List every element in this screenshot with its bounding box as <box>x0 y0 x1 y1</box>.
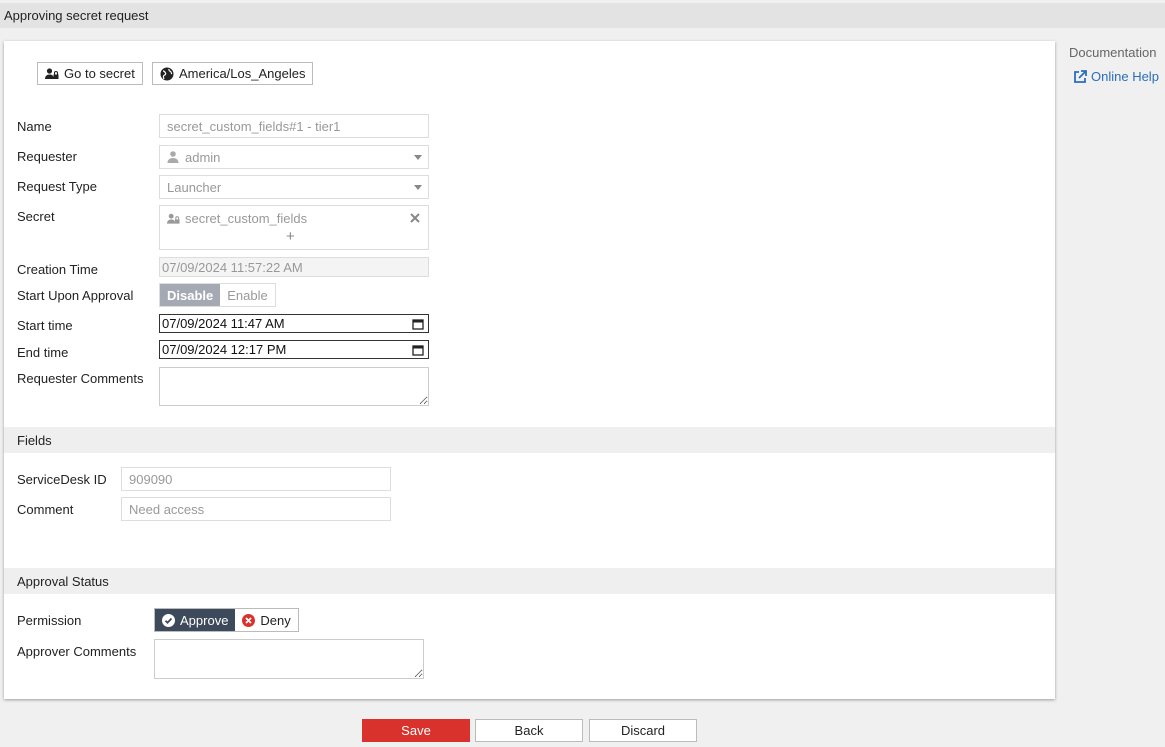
request-type-label: Request Type <box>17 179 97 194</box>
secret-label: Secret <box>17 209 55 224</box>
add-secret-button[interactable]: + <box>286 228 295 245</box>
go-to-secret-button[interactable]: Go to secret <box>37 62 143 85</box>
request-form-panel: Go to secret America/Los_Angeles Name se… <box>4 41 1055 699</box>
discard-button[interactable]: Discard <box>589 719 697 742</box>
chevron-down-icon <box>414 185 422 190</box>
calendar-icon[interactable] <box>412 318 424 330</box>
approver-comments-textarea[interactable] <box>154 639 424 679</box>
external-link-icon <box>1074 69 1087 83</box>
request-type-value: Launcher <box>167 179 222 195</box>
save-button[interactable]: Save <box>362 719 470 742</box>
servicedesk-id-label: ServiceDesk ID <box>17 472 107 487</box>
online-help-link[interactable]: Online Help <box>1073 69 1159 84</box>
timezone-label: America/Los_Angeles <box>179 66 306 81</box>
start-time-input[interactable]: 07/09/2024 11:47 AM <box>159 314 429 333</box>
permission-label: Permission <box>17 613 82 628</box>
start-time-value: 07/09/2024 11:47 AM <box>162 316 285 331</box>
creation-time-label: Creation Time <box>17 262 98 277</box>
page-title: Approving secret request <box>4 8 149 23</box>
name-label: Name <box>17 119 52 134</box>
online-help-label: Online Help <box>1091 69 1159 84</box>
approver-comments-label: Approver Comments <box>17 644 137 659</box>
user-lock-icon <box>167 213 180 224</box>
end-time-label: End time <box>17 345 69 360</box>
enable-option[interactable]: Enable <box>220 284 275 306</box>
go-to-secret-label: Go to secret <box>64 66 135 81</box>
disable-option[interactable]: Disable <box>160 284 221 306</box>
end-time-value: 07/09/2024 12:17 PM <box>162 342 287 357</box>
documentation-heading: Documentation <box>1069 45 1157 60</box>
requester-comments-textarea[interactable] <box>159 367 429 406</box>
documentation-sidebar: Documentation Online Help <box>1069 45 1159 84</box>
start-time-label: Start time <box>17 318 73 333</box>
comment-input[interactable]: Need access <box>121 497 391 521</box>
globe-icon <box>160 67 174 80</box>
deny-option[interactable]: Deny <box>235 609 298 631</box>
requester-label: Requester <box>17 149 77 164</box>
fields-section-title: Fields <box>17 433 52 448</box>
end-time-input[interactable]: 07/09/2024 12:17 PM <box>159 340 429 359</box>
user-lock-icon <box>45 67 59 79</box>
fields-section-header: Fields <box>4 427 1055 453</box>
timezone-button[interactable]: America/Los_Angeles <box>152 62 314 85</box>
user-icon <box>167 151 179 163</box>
back-button[interactable]: Back <box>475 719 583 742</box>
x-circle-icon <box>242 613 256 627</box>
title-bar: Approving secret request <box>0 3 1165 28</box>
approve-option[interactable]: Approve <box>155 609 236 631</box>
comment-label: Comment <box>17 502 74 517</box>
secret-selector[interactable]: secret_custom_fields + <box>159 205 429 250</box>
chevron-down-icon <box>414 155 422 160</box>
creation-time-field: 07/09/2024 11:57:22 AM <box>159 257 429 277</box>
close-icon[interactable] <box>410 213 420 223</box>
check-circle-icon <box>162 613 175 627</box>
name-input[interactable]: secret_custom_fields#1 - tier1 <box>159 114 429 138</box>
servicedesk-id-input[interactable]: 909090 <box>121 467 391 491</box>
requester-select[interactable]: admin <box>159 145 429 169</box>
start-upon-approval-label: Start Upon Approval <box>17 288 134 303</box>
approve-label: Approve <box>180 612 229 628</box>
calendar-icon[interactable] <box>412 344 424 356</box>
requester-value: admin <box>185 149 221 165</box>
approval-section-header: Approval Status <box>4 568 1055 594</box>
deny-label: Deny <box>260 612 291 628</box>
secret-value: secret_custom_fields <box>185 211 308 226</box>
request-type-select[interactable]: Launcher <box>159 175 429 199</box>
permission-toggle: Approve Deny <box>154 608 299 632</box>
approval-section-title: Approval Status <box>17 574 109 589</box>
requester-comments-label: Requester Comments <box>17 371 144 386</box>
start-upon-approval-toggle: Disable Enable <box>159 283 276 307</box>
